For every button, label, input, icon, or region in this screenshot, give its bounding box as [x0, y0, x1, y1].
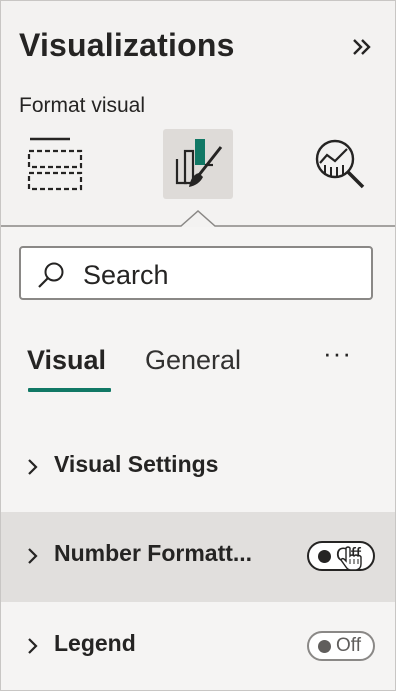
section-number-formatting[interactable]: Number Formatt... Off	[1, 512, 395, 602]
section-label: Number Formatt...	[54, 540, 253, 566]
tab-general[interactable]: General	[145, 345, 241, 376]
search-icon	[38, 262, 64, 288]
pane-header: Visualizations Format visual	[1, 1, 395, 227]
tab-visual[interactable]: Visual	[27, 345, 106, 376]
active-tab-indicator	[28, 388, 111, 392]
build-visual-icon	[27, 137, 83, 191]
section-label: Visual Settings	[54, 451, 219, 477]
toggle-state-label: Off	[336, 635, 361, 656]
format-visual-button[interactable]	[163, 129, 233, 199]
format-visual-heading: Format visual	[19, 94, 146, 117]
chevron-right-icon	[28, 459, 38, 475]
analytics-icon	[315, 139, 365, 189]
chevron-right-icon	[28, 548, 38, 564]
chevron-right-icon	[28, 638, 38, 654]
search-placeholder: Search	[83, 260, 169, 290]
pane-body: Search Visual General ··· Visual Setting…	[1, 227, 395, 690]
toggle-knob	[318, 640, 331, 653]
section-legend[interactable]: Legend Off	[1, 602, 395, 692]
more-options-button[interactable]: ···	[323, 340, 359, 373]
build-visual-button[interactable]	[20, 129, 90, 199]
selected-indicator	[1, 209, 395, 227]
analytics-button[interactable]	[305, 129, 375, 199]
section-visual-settings[interactable]: Visual Settings	[1, 423, 395, 513]
toggle-knob	[318, 550, 331, 563]
double-chevron-right-icon[interactable]	[351, 35, 373, 59]
pane-title: Visualizations	[19, 27, 235, 63]
hand-cursor-icon	[340, 546, 362, 571]
visualizations-pane: Visualizations Format visual Search Visu…	[0, 0, 396, 691]
section-label: Legend	[54, 630, 136, 656]
search-input[interactable]: Search	[19, 246, 373, 300]
format-visual-icon	[175, 139, 223, 187]
legend-toggle[interactable]: Off	[307, 631, 375, 661]
